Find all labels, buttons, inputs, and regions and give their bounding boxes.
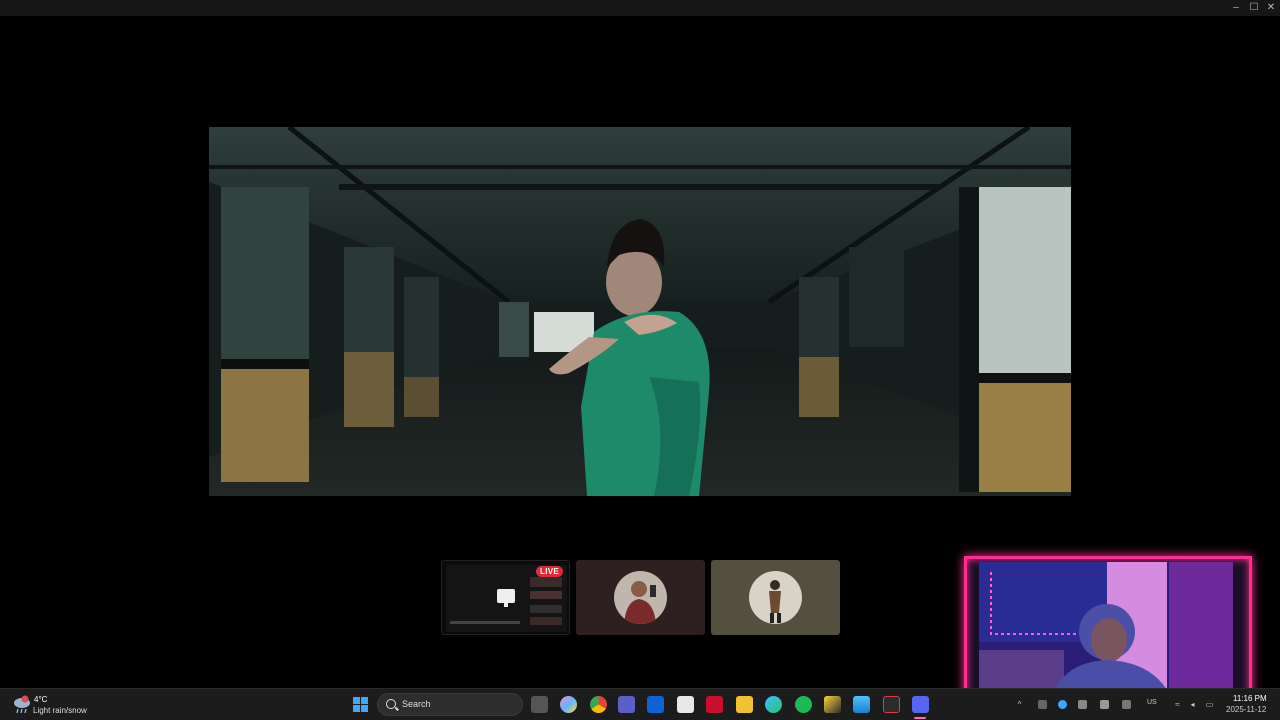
title-bar: – ☐ ✕ [0, 0, 1280, 16]
screen-share-tile[interactable]: LIVE [441, 560, 570, 635]
close-button[interactable]: ✕ [1265, 2, 1277, 14]
search-input[interactable]: Search [377, 693, 523, 716]
tray-app-icon[interactable] [1122, 700, 1131, 709]
main-video-stage[interactable] [209, 127, 1071, 496]
tray-app-icon[interactable] [1078, 700, 1087, 709]
clock-date[interactable]: 2025-11-12 [1226, 705, 1266, 714]
live-badge: LIVE [536, 566, 563, 577]
mcafee-icon[interactable] [706, 696, 723, 713]
tray-app-icon[interactable] [1058, 700, 1067, 709]
chrome-icon[interactable] [590, 696, 607, 713]
video-frame [209, 127, 1071, 496]
participant-tile-2[interactable] [711, 560, 840, 635]
adobe-icon[interactable] [824, 696, 841, 713]
acrobat-icon[interactable] [883, 696, 900, 713]
tray-app-icon[interactable] [1100, 700, 1109, 709]
taskbar: 4°C Light rain/snow Search ^ US ≈ ◂ ▭ 11… [0, 688, 1280, 720]
chevron-up-icon[interactable]: ^ [1015, 700, 1024, 709]
teams-icon[interactable] [618, 696, 635, 713]
participant-tile-1[interactable] [576, 560, 705, 635]
maximize-button[interactable]: ☐ [1248, 2, 1260, 14]
wifi-icon[interactable]: ≈ [1173, 700, 1182, 709]
tray-app-icon[interactable] [1038, 700, 1047, 709]
weather-temperature[interactable]: 4°C [34, 695, 47, 704]
discord-icon[interactable] [912, 696, 929, 713]
spotify-icon[interactable] [795, 696, 812, 713]
weather-description[interactable]: Light rain/snow [33, 706, 87, 715]
photos-icon[interactable] [853, 696, 870, 713]
monitor-icon [497, 589, 515, 607]
language-indicator[interactable]: US [1147, 699, 1157, 706]
volume-icon[interactable]: ◂ [1188, 700, 1197, 709]
file-explorer-icon[interactable] [736, 696, 753, 713]
copilot-icon[interactable] [560, 696, 577, 713]
webcam-feed [979, 562, 1233, 706]
edge-icon[interactable] [765, 696, 782, 713]
search-placeholder: Search [402, 699, 431, 709]
avatar [614, 571, 667, 624]
store-icon[interactable] [677, 696, 694, 713]
active-app-indicator [914, 717, 926, 719]
rain-snow-icon[interactable] [12, 694, 32, 714]
search-icon [386, 699, 396, 709]
minimize-button[interactable]: – [1230, 2, 1242, 14]
windows-start-icon[interactable] [352, 696, 369, 713]
battery-icon[interactable]: ▭ [1205, 700, 1214, 709]
avatar [749, 571, 802, 624]
clock-time[interactable]: 11:16 PM [1233, 694, 1267, 703]
task-view-icon[interactable] [531, 696, 548, 713]
outlook-icon[interactable] [647, 696, 664, 713]
